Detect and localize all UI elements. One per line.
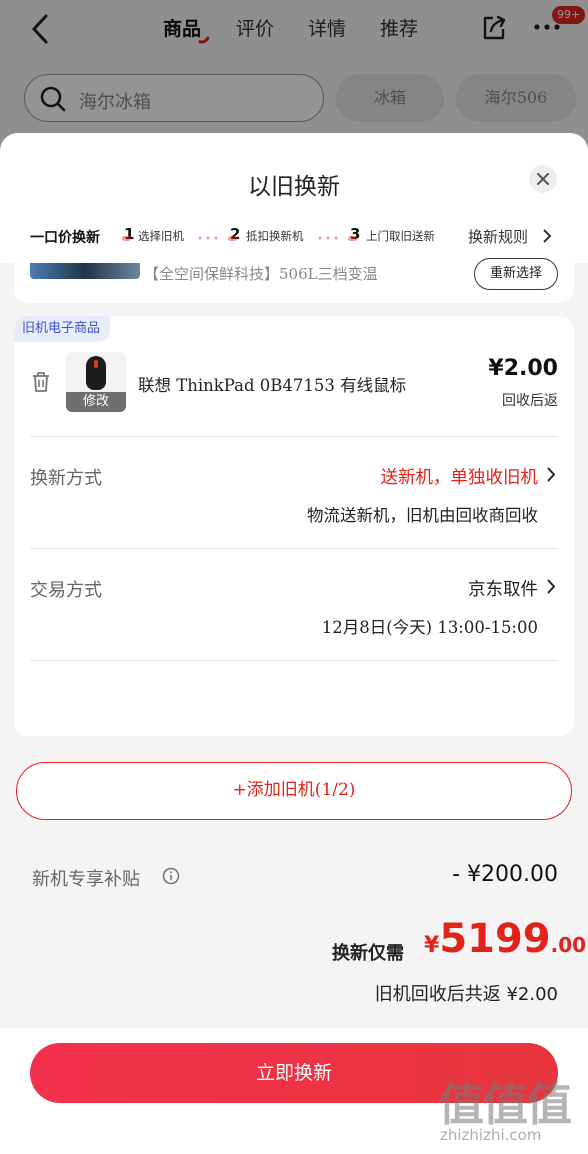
mouse-image — [86, 356, 106, 390]
old-device-tag: 旧机电子商品 — [14, 316, 111, 342]
divider — [30, 436, 558, 437]
chevron-right-icon[interactable] — [546, 467, 556, 482]
step-label: 上门取旧送新 — [366, 229, 435, 243]
exchange-method-detail: 物流送新机，旧机由回收商回收 — [307, 506, 538, 525]
price-integer: 5199 — [439, 916, 551, 962]
step-main-label: 一口价换新 — [30, 230, 100, 246]
divider — [30, 548, 558, 549]
close-icon[interactable] — [529, 165, 557, 193]
watermark-logo: 值值值 — [438, 1077, 572, 1131]
trade-in-sheet: 以旧换新 一口价换新 1 选择旧机 2 抵扣换新机 3 上门取旧送新 换新规则 … — [0, 133, 588, 1154]
step-number: 2 — [227, 225, 241, 243]
pickup-time: 12月8日(今天) 13:00-15:00 — [321, 618, 538, 637]
chevron-right-icon[interactable] — [542, 229, 552, 243]
device-price: ¥2.00 — [488, 356, 558, 381]
price-note: 回收后返 — [502, 393, 558, 409]
sheet-header: 以旧换新 一口价换新 1 选择旧机 2 抵扣换新机 3 上门取旧送新 换新规则 — [0, 133, 588, 263]
rules-link[interactable]: 换新规则 — [468, 226, 528, 247]
subsidy-label: 新机专享补贴 — [32, 869, 140, 890]
add-old-device-button[interactable]: +添加旧机(1/2) — [16, 762, 572, 820]
new-product-summary: 【全空间保鲜科技】506L三档变温 重新选择 — [14, 258, 574, 303]
sheet-title: 以旧换新 — [248, 174, 340, 200]
product-description: 【全空间保鲜科技】506L三档变温 — [144, 265, 378, 283]
watermark: 值值值 zhizhizhi.com — [438, 1068, 582, 1148]
step-connector — [316, 236, 342, 240]
info-icon[interactable] — [162, 867, 180, 885]
price-decimal: .00 — [550, 933, 587, 957]
watermark-site: zhizhizhi.com — [440, 1126, 542, 1144]
reselect-button[interactable]: 重新选择 — [474, 258, 558, 290]
exchange-method-value[interactable]: 送新机，单独收旧机 — [381, 464, 539, 489]
product-thumbnail — [30, 263, 140, 279]
total-price: ¥5199.00 — [424, 916, 586, 962]
chevron-right-icon[interactable] — [546, 579, 556, 594]
trade-method-label: 交易方式 — [30, 580, 102, 601]
old-device-card: 旧机电子商品 修改 联想 ThinkPad 0B47153 有线鼠标 ¥2.00… — [14, 316, 574, 736]
step-number: 1 — [121, 225, 135, 243]
trash-icon[interactable] — [30, 370, 52, 394]
currency-symbol: ¥ — [424, 933, 440, 958]
device-thumbnail[interactable]: 修改 — [66, 352, 126, 412]
scroll-fade — [14, 666, 574, 736]
step-connector — [196, 236, 222, 240]
total-label: 换新仅需 — [332, 943, 404, 964]
subsidy-value: - ¥200.00 — [452, 862, 558, 887]
device-name: 联想 ThinkPad 0B47153 有线鼠标 — [138, 376, 407, 395]
return-note: 旧机回收后共返 ¥2.00 — [374, 984, 558, 1005]
step-label: 抵扣换新机 — [246, 229, 304, 243]
step-number: 3 — [347, 225, 361, 243]
trade-in-steps: 一口价换新 1 选择旧机 2 抵扣换新机 3 上门取旧送新 换新规则 — [0, 225, 588, 253]
edit-device-button[interactable]: 修改 — [66, 392, 126, 412]
divider — [30, 660, 558, 661]
step-label: 选择旧机 — [138, 229, 184, 243]
trade-method-value[interactable]: 京东取件 — [468, 576, 538, 601]
exchange-method-label: 换新方式 — [30, 468, 102, 489]
